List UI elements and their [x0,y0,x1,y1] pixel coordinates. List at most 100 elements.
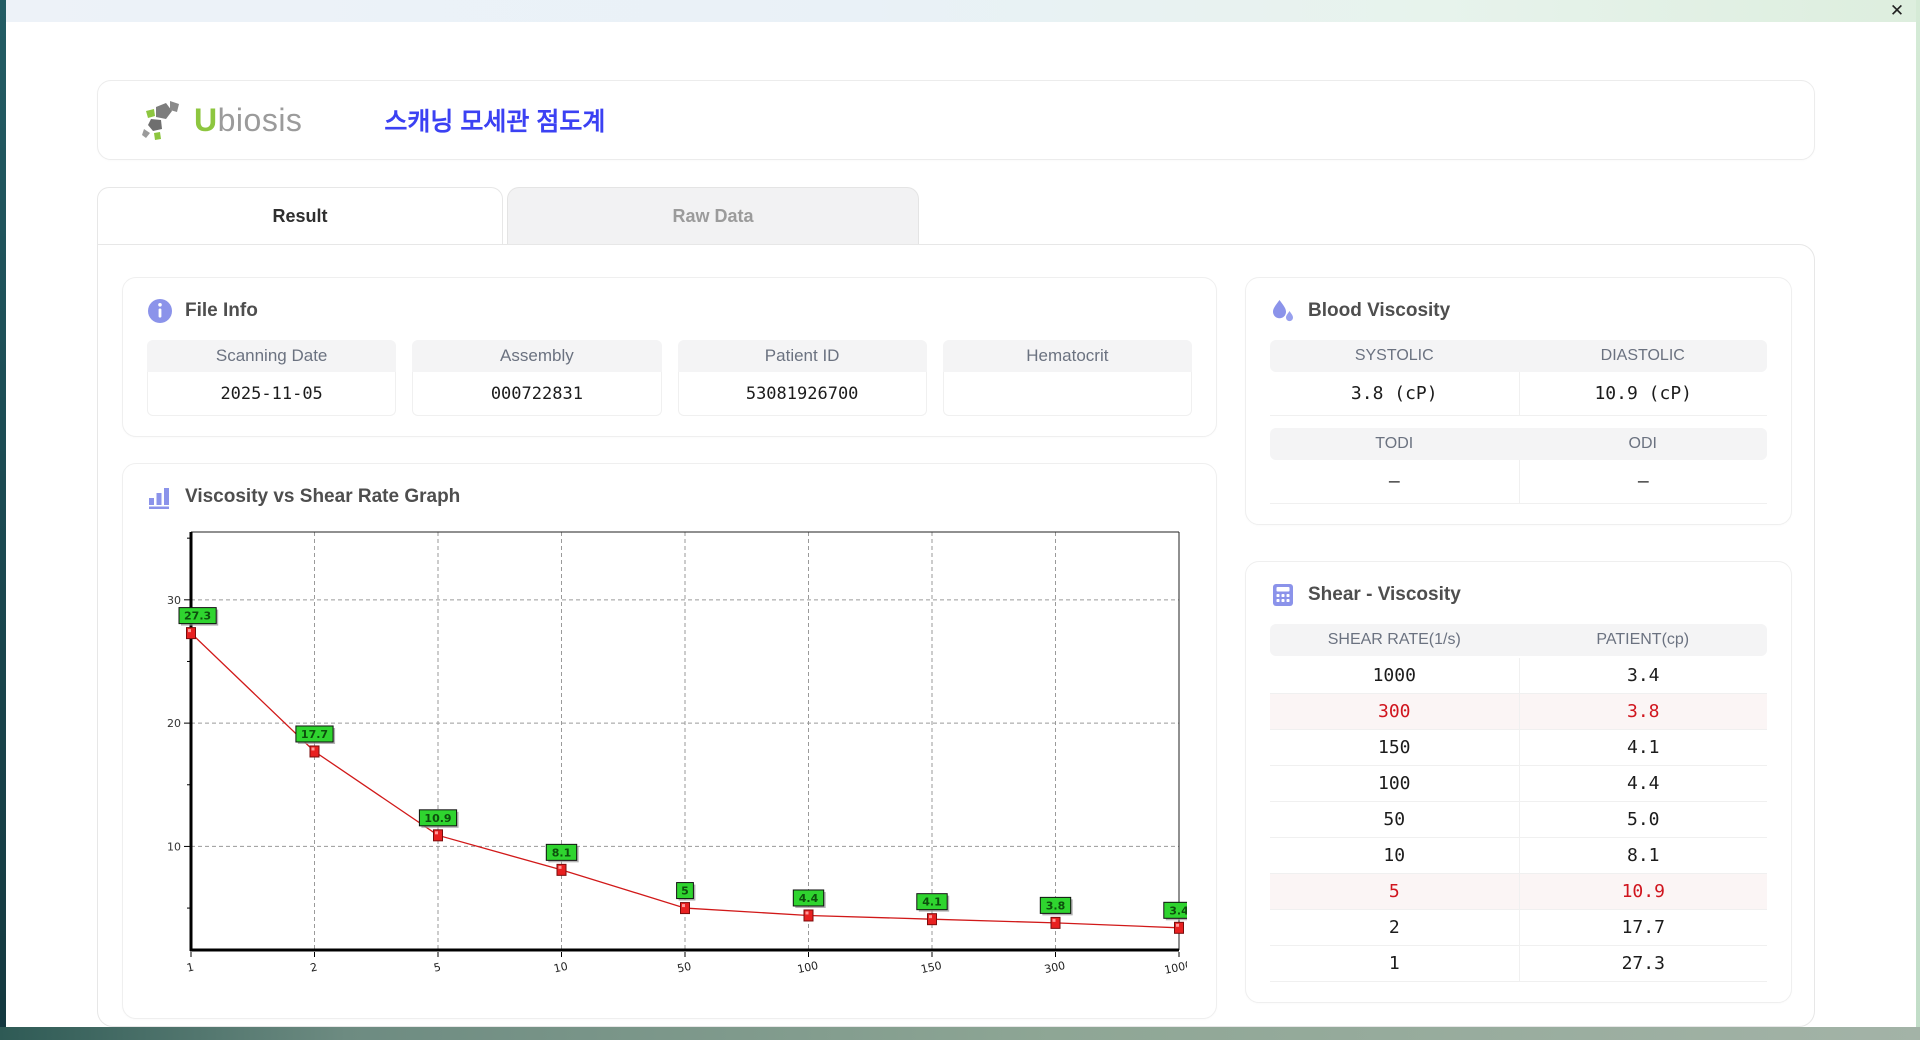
field-assembly: Assembly 000722831 [412,340,662,416]
table-row: 10 8.1 [1270,838,1767,874]
patient-column-header: PATIENT(cp) [1518,624,1767,656]
systolic-diastolic-block: SYSTOLIC DIASTOLIC 3.8 (cP) 10.9 (cP) [1270,340,1767,416]
window-frame-top [6,0,1920,22]
svg-text:10.9: 10.9 [424,812,451,825]
droplets-icon [1270,298,1296,324]
svg-text:50: 50 [676,960,692,976]
patient-cell: 3.4 [1518,658,1767,694]
ubiosis-logo-text: Ubiosis [194,102,302,139]
shear-rate-cell: 150 [1270,730,1519,766]
logo-letter-u: U [194,101,218,138]
app-title-korean: 스캐닝 모세관 점도계 [384,108,606,136]
patient-cell: 4.1 [1518,730,1767,766]
shear-viscosity-card: Shear - Viscosity SHEAR RATE(1/s) PATIEN… [1245,561,1792,1003]
svg-text:150: 150 [920,959,943,976]
field-value: 000722831 [412,372,662,416]
field-patient-id: Patient ID 53081926700 [677,340,927,416]
patient-cell: 10.9 [1518,874,1767,910]
graph-title: Viscosity vs Shear Rate Graph [185,486,461,507]
shear-rate-cell: 1000 [1270,658,1519,694]
systolic-value: 3.8 (cP) [1270,372,1519,416]
svg-text:10: 10 [553,960,569,976]
viscosity-chart: 10 20 30 1 2 5 10 50 100 150 300 1000 27.3 17.7 10.9 8.… [147,526,1197,993]
shear-rate-cell: 100 [1270,766,1519,802]
header: Ubiosis 스캐닝 모세관 점도계 [97,80,1815,160]
svg-text:5: 5 [432,960,442,974]
shear-rate-cell: 1 [1270,946,1519,982]
patient-cell: 17.7 [1518,910,1767,946]
svg-text:2: 2 [309,960,319,974]
todi-odi-block: TODI ODI – – [1270,428,1767,504]
info-icon [147,298,173,324]
patient-cell: 3.8 [1518,694,1767,730]
svg-text:4.1: 4.1 [922,896,942,909]
shear-rate-cell: 2 [1270,910,1519,946]
patient-cell: 27.3 [1518,946,1767,982]
shear-rate-cell: 5 [1270,874,1519,910]
diastolic-header: DIASTOLIC [1518,340,1767,372]
svg-text:3.8: 3.8 [1046,899,1066,912]
table-row: 150 4.1 [1270,730,1767,766]
field-label: Assembly [412,340,662,372]
svg-text:100: 100 [796,959,819,976]
table-row: 1 27.3 [1270,946,1767,982]
table-row: 300 3.8 [1270,694,1767,730]
table-row: 2 17.7 [1270,910,1767,946]
todi-value: – [1270,460,1519,504]
viscosity-graph-card: Viscosity vs Shear Rate Graph 10 20 30 1 2 5 1… [122,463,1217,1019]
shear-rate-cell: 50 [1270,802,1519,838]
svg-text:300: 300 [1043,959,1066,976]
svg-text:17.7: 17.7 [301,728,328,741]
field-value [942,372,1192,416]
field-label: Hematocrit [942,340,1192,372]
file-info-card: File Info Scanning Date 2025-11-05 Assem… [122,277,1217,437]
field-label: Patient ID [677,340,927,372]
patient-cell: 5.0 [1518,802,1767,838]
todi-header: TODI [1270,428,1519,460]
table-row: 5 10.9 [1270,874,1767,910]
patient-cell: 8.1 [1518,838,1767,874]
svg-text:4.4: 4.4 [799,892,819,905]
blood-viscosity-title: Blood Viscosity [1308,300,1451,321]
logo-biosis: biosis [217,101,303,138]
field-value: 2025-11-05 [147,372,397,416]
odi-header: ODI [1518,428,1767,460]
svg-text:10: 10 [167,840,181,853]
shear-viscosity-title: Shear - Viscosity [1308,584,1461,605]
svg-text:27.3: 27.3 [184,610,211,623]
ubiosis-logo: Ubiosis [142,99,302,141]
svg-text:8.1: 8.1 [552,846,572,859]
svg-text:3.4: 3.4 [1169,904,1187,917]
table-row: 1000 3.4 [1270,658,1767,694]
tab-raw-data[interactable]: Raw Data [507,187,919,244]
table-row: 100 4.4 [1270,766,1767,802]
odi-value: – [1518,460,1767,504]
svg-text:1000: 1000 [1163,958,1187,977]
table-row: 50 5.0 [1270,802,1767,838]
shear-rate-cell: 10 [1270,838,1519,874]
file-info-title: File Info [185,300,258,321]
calculator-icon [1270,582,1296,608]
bar-chart-icon [147,484,173,510]
tab-bar: Result Raw Data [97,187,1815,244]
ubiosis-logo-icon [142,101,179,140]
close-icon[interactable]: ✕ [1886,1,1908,21]
systolic-header: SYSTOLIC [1270,340,1519,372]
result-panel: File Info Scanning Date 2025-11-05 Assem… [97,244,1815,1027]
field-scanning-date: Scanning Date 2025-11-05 [147,340,397,416]
app-window: Ubiosis 스캐닝 모세관 점도계 Result Raw Data File… [6,22,1916,1027]
svg-text:5: 5 [681,885,689,898]
field-hematocrit: Hematocrit [942,340,1192,416]
shear-rate-column-header: SHEAR RATE(1/s) [1270,624,1519,656]
svg-text:30: 30 [167,594,181,607]
patient-cell: 4.4 [1518,766,1767,802]
field-value: 53081926700 [677,372,927,416]
diastolic-value: 10.9 (cP) [1518,372,1767,416]
file-info-fields: Scanning Date 2025-11-05 Assembly 000722… [147,340,1192,416]
tab-result[interactable]: Result [97,187,503,244]
shear-rate-cell: 300 [1270,694,1519,730]
window-frame-right [1916,0,1920,1040]
field-label: Scanning Date [147,340,397,372]
blood-viscosity-card: Blood Viscosity SYSTOLIC DIASTOLIC 3.8 (… [1245,277,1792,525]
svg-text:20: 20 [167,717,181,730]
